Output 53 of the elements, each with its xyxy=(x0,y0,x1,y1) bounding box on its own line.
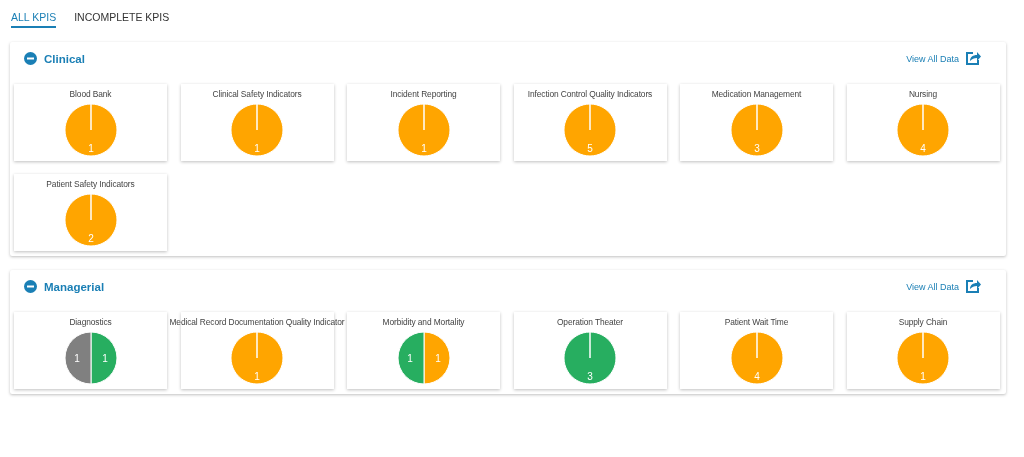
section-title: Managerial xyxy=(44,280,106,293)
pie-slice xyxy=(423,331,450,385)
data-label: 1 xyxy=(101,353,108,364)
pie-slice xyxy=(64,193,117,247)
pie-slice xyxy=(896,331,950,385)
data-label: 1 xyxy=(434,353,441,364)
data-label: 2 xyxy=(87,233,94,244)
pie-slice xyxy=(397,331,424,385)
pie-slice xyxy=(64,331,91,385)
card-title: Morbidity and Mortality xyxy=(382,317,465,329)
data-label: 1 xyxy=(920,371,926,382)
tab[interactable]: ALL KPIS xyxy=(11,11,57,28)
pie-slice xyxy=(730,103,783,157)
pie-slice xyxy=(896,103,950,157)
card-title: Clinical Safety Indicators xyxy=(212,89,302,101)
pie-slice xyxy=(230,103,284,157)
view-all-data-link[interactable]: View All Data xyxy=(906,281,959,292)
pie-slice xyxy=(563,103,617,157)
data-label: 1 xyxy=(420,143,427,154)
card-title: Patient Safety Indicators xyxy=(46,179,135,191)
collapse-icon[interactable] xyxy=(24,52,37,65)
data-label: 4 xyxy=(920,143,926,154)
card-title: Incident Reporting xyxy=(390,89,457,101)
data-label: 4 xyxy=(753,371,760,382)
view-all-data-link[interactable]: View All Data xyxy=(906,53,959,64)
data-label: 3 xyxy=(587,371,593,382)
card-title: Medical Record Documentation Quality Indicator xyxy=(169,317,345,329)
share-icon[interactable] xyxy=(965,279,981,294)
card-title: Operation Theater xyxy=(556,317,624,329)
pie-slice xyxy=(64,103,117,157)
data-label: 1 xyxy=(406,353,413,364)
data-label: 1 xyxy=(254,371,260,382)
section-title: Clinical xyxy=(44,52,86,65)
data-label: 1 xyxy=(87,143,94,154)
card-title: Nursing xyxy=(908,89,938,101)
card-title: Patient Wait Time xyxy=(724,317,789,329)
pie-slice xyxy=(90,331,117,385)
pie-slice xyxy=(397,103,450,157)
pie-slice xyxy=(230,331,284,385)
data-label: 1 xyxy=(254,143,260,154)
card-title: Supply Chain xyxy=(898,317,948,329)
pie-slice xyxy=(730,331,783,385)
data-label: 3 xyxy=(753,143,760,154)
pie-slice xyxy=(563,331,617,385)
card-title: Diagnostics xyxy=(69,317,112,329)
tab[interactable]: INCOMPLETE KPIS xyxy=(74,11,170,26)
data-label: 5 xyxy=(587,143,593,154)
card-title: Blood Bank xyxy=(69,89,112,101)
data-label: 1 xyxy=(73,353,80,364)
collapse-icon[interactable] xyxy=(24,280,37,293)
share-icon[interactable] xyxy=(965,51,981,66)
card-title: Medication Management xyxy=(711,89,802,101)
card-title: Infection Control Quality Indicators xyxy=(527,89,653,101)
